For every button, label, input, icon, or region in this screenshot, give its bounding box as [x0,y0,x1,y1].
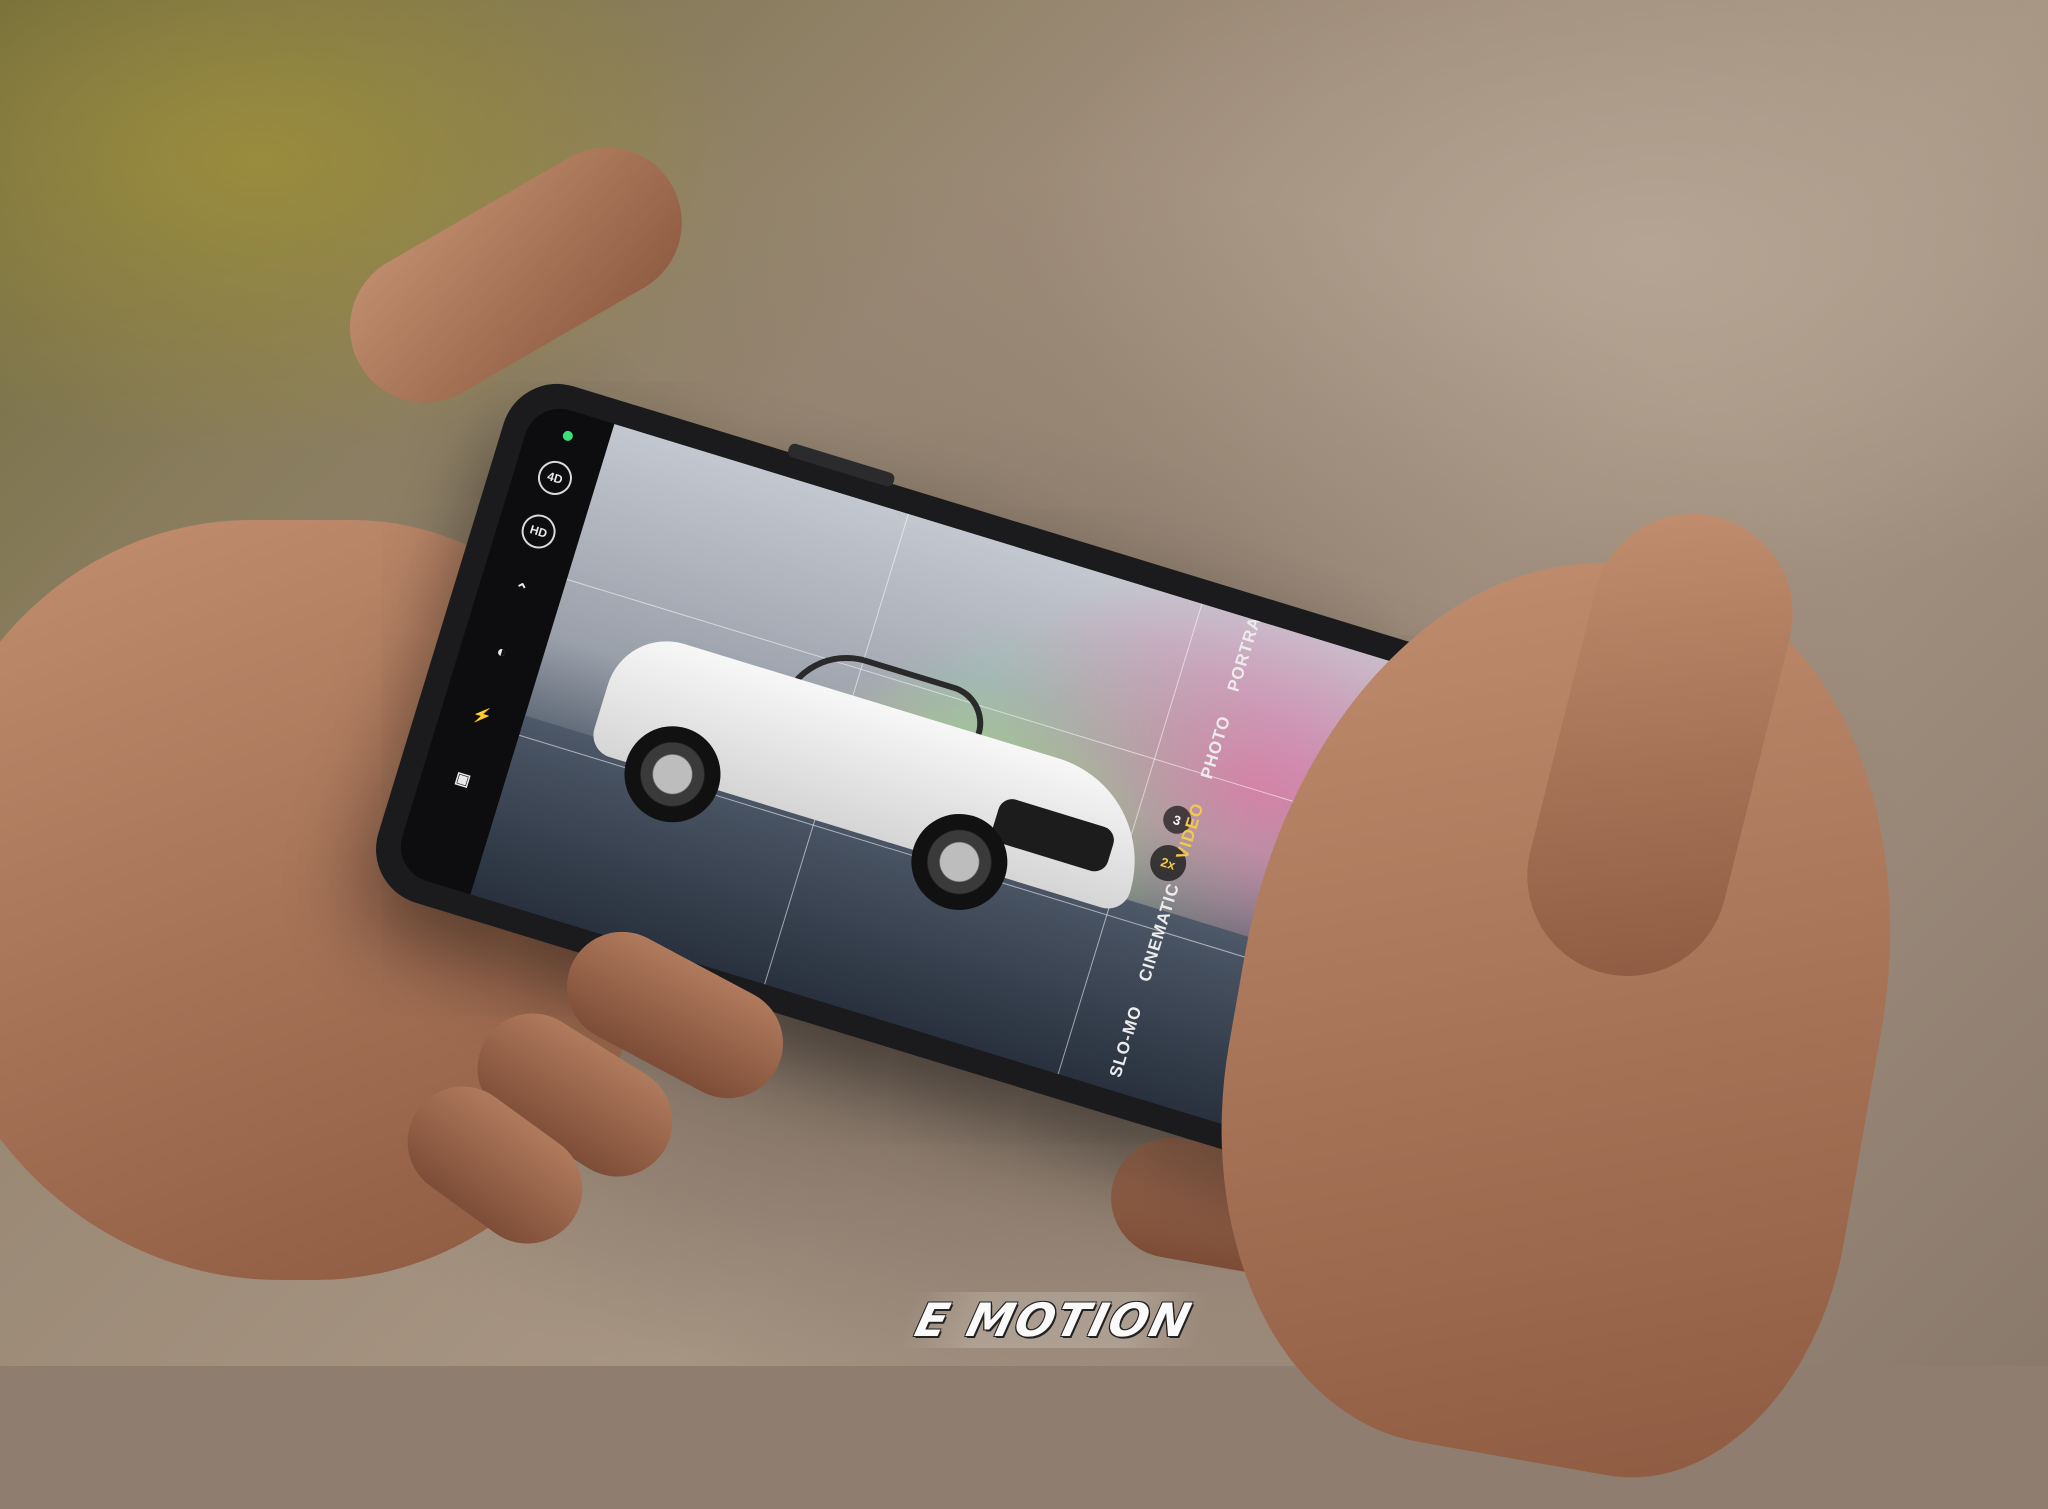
settings-chevron-icon[interactable]: ⌃ [493,562,548,617]
frame-rate-button[interactable]: 4D [533,456,577,500]
resolution-button[interactable]: HD [517,510,560,553]
mode-portrait[interactable]: PORTRAIT [1224,598,1271,695]
watermark-text: E MOTION [910,1293,1198,1347]
gallery-thumbnail-icon[interactable]: ▣ [435,752,490,807]
exposure-icon[interactable]: ◐ [474,625,529,680]
flash-icon[interactable]: ⚡ [455,689,510,744]
mode-photo[interactable]: PHOTO [1197,713,1235,781]
camera-active-indicator [561,429,575,443]
e-motion-watermark-logo: E MOTION [898,1292,1210,1348]
